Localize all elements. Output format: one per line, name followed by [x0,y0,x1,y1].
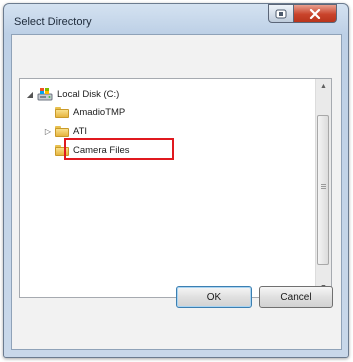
collapse-arrow-icon[interactable]: ◢ [26,90,34,99]
directory-tree[interactable]: ◢ Local Disk (C:) AmadioTMP ▷ ATI Camera… [19,78,332,298]
vertical-scrollbar[interactable]: ▲ ▼ [315,79,331,297]
dialog-title: Select Directory [14,16,92,28]
cancel-button[interactable]: Cancel [259,286,333,308]
tree-item-amadiotmp[interactable]: AmadioTMP [44,104,125,120]
tree-item-label: AmadioTMP [73,106,126,118]
drive-icon [37,87,53,101]
scroll-up-arrow-icon[interactable]: ▲ [316,80,331,94]
folder-icon [55,106,69,118]
help-icon [275,9,287,18]
scroll-thumb[interactable] [317,115,329,265]
tree-item-label: Local Disk (C:) [57,88,120,100]
highlight-annotation-box [64,138,174,160]
ok-button[interactable]: OK [176,286,252,308]
close-icon [309,8,321,19]
help-button[interactable] [268,4,294,23]
tree-item-ati[interactable]: ▷ ATI [44,123,87,139]
tree-item-local-disk[interactable]: ◢ Local Disk (C:) [26,86,119,102]
expand-arrow-icon[interactable]: ▷ [44,127,52,136]
tree-item-label: ATI [73,125,88,137]
grip-icon [321,184,326,185]
close-button[interactable] [294,4,337,23]
folder-icon [55,125,69,137]
